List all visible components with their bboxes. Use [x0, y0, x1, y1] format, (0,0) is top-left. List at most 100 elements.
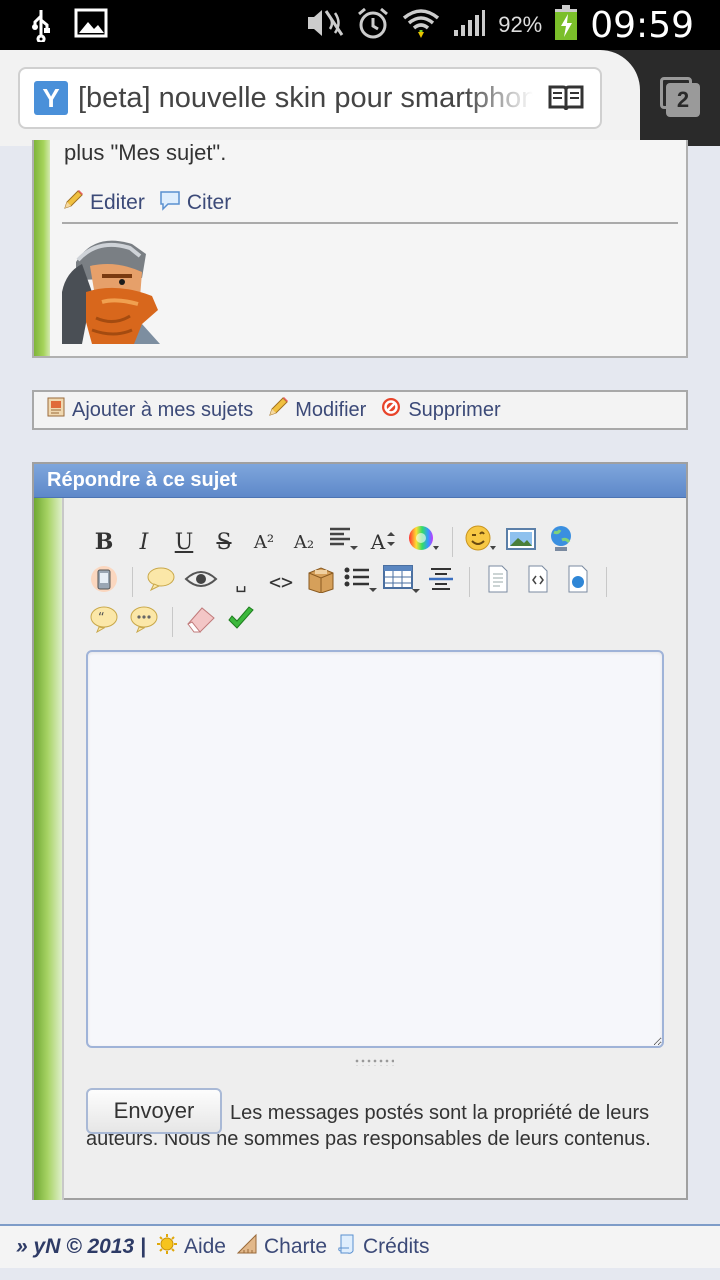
- spoiler-button[interactable]: [181, 562, 221, 602]
- quote-button[interactable]: [141, 562, 181, 602]
- image-icon: [74, 8, 108, 47]
- bold-button[interactable]: B: [84, 522, 124, 562]
- reader-mode-icon[interactable]: [548, 83, 584, 118]
- add-to-my-topics-link[interactable]: Ajouter à mes sujets: [46, 396, 253, 424]
- help-link[interactable]: Aide: [156, 1233, 226, 1261]
- align-left-icon: [328, 526, 360, 558]
- post-accent-bar: [34, 140, 50, 356]
- topic-tools: Ajouter à mes sujets Modifier Supprimer: [32, 390, 688, 430]
- post-divider: [62, 222, 678, 224]
- validate-button[interactable]: [221, 602, 261, 642]
- web-document-button[interactable]: [558, 562, 598, 602]
- url-title[interactable]: [beta] nouvelle skin pour smartphone: [78, 82, 533, 115]
- modify-link[interactable]: Modifier: [267, 396, 366, 424]
- align-center-button[interactable]: [421, 562, 461, 602]
- font-size-dropdown[interactable]: A: [364, 522, 404, 562]
- color-wheel-icon: [407, 524, 441, 560]
- site-favicon-icon: Y: [34, 81, 68, 115]
- table-icon: [382, 564, 420, 600]
- underline-button[interactable]: U: [164, 522, 204, 562]
- mobile-button[interactable]: [84, 562, 124, 602]
- charter-link[interactable]: Charte: [236, 1233, 327, 1261]
- toolbar-separator: [469, 567, 470, 597]
- svg-text:“: “: [98, 611, 105, 626]
- reply-textarea[interactable]: [86, 650, 664, 1048]
- bulleted-list-icon: [343, 564, 379, 600]
- edit-link[interactable]: Editer: [62, 189, 145, 217]
- modify-label: Modifier: [295, 398, 367, 421]
- reply-accent-bar: [34, 498, 64, 1200]
- pencil-icon: [62, 189, 84, 217]
- post-actions: Editer Citer: [62, 189, 231, 217]
- strikethrough-button[interactable]: S: [204, 522, 244, 562]
- toolbar-separator: [452, 527, 453, 557]
- subscript-button[interactable]: A₂: [284, 522, 324, 562]
- reply-panel: Répondre à ce sujet B I U S A² A₂ A ␣ <>…: [32, 462, 688, 1200]
- status-bar: 92% 09:59: [0, 0, 720, 50]
- url-bar[interactable]: Y [beta] nouvelle skin pour smartphone: [18, 67, 602, 129]
- comment-button[interactable]: [124, 602, 164, 642]
- clock: 09:59: [590, 4, 694, 46]
- document-icon: [486, 564, 510, 600]
- nbsp-button[interactable]: ␣: [221, 562, 261, 602]
- edit-label: Editer: [90, 191, 145, 214]
- wink-smiley-icon: [464, 524, 498, 560]
- scroll-icon: [337, 1233, 357, 1261]
- code-document-button[interactable]: [518, 562, 558, 602]
- battery-percent: 92%: [498, 12, 543, 37]
- delete-label: Supprimer: [408, 398, 501, 421]
- package-icon: [306, 565, 336, 599]
- insert-image-button[interactable]: [501, 522, 541, 562]
- pencil-icon: [267, 396, 289, 424]
- alarm-icon: [356, 6, 390, 45]
- smiley-dropdown[interactable]: [461, 522, 501, 562]
- resize-grip-icon[interactable]: [354, 1058, 394, 1066]
- wifi-icon: [402, 6, 440, 45]
- copyright: » yN © 2013 |: [16, 1235, 146, 1258]
- charter-label: Charte: [263, 1235, 327, 1258]
- document-button[interactable]: [478, 562, 518, 602]
- delete-link[interactable]: Supprimer: [380, 396, 501, 424]
- superscript-button[interactable]: A²: [244, 522, 284, 562]
- credits-link[interactable]: Crédits: [337, 1233, 430, 1261]
- list-dropdown[interactable]: [341, 562, 381, 602]
- signal-icon: [452, 8, 486, 43]
- phone-icon: [89, 564, 119, 600]
- footer: » yN © 2013 | Aide Charte Crédits: [0, 1224, 720, 1268]
- table-dropdown[interactable]: [381, 562, 421, 602]
- quote-bubble-icon: [159, 189, 181, 217]
- send-button[interactable]: Envoyer: [86, 1088, 222, 1134]
- code-button[interactable]: <>: [261, 562, 301, 602]
- checkmark-icon: [226, 605, 256, 639]
- user-avatar: [62, 232, 162, 344]
- comment-bubble-icon: [129, 605, 159, 639]
- align-center-icon: [426, 564, 456, 600]
- toolbar-separator: [132, 567, 133, 597]
- tabs-button[interactable]: 2: [660, 77, 700, 117]
- image-icon: [505, 526, 537, 558]
- quote-bubble-icon: “: [89, 605, 119, 639]
- web-document-icon: [566, 564, 590, 600]
- insert-link-button[interactable]: [541, 522, 581, 562]
- quote-reply-button[interactable]: “: [84, 602, 124, 642]
- tab-count: 2: [666, 83, 700, 117]
- sun-help-icon: [156, 1233, 178, 1261]
- speech-bubble-icon: [146, 566, 176, 598]
- bookmark-icon: [46, 396, 66, 424]
- battery-charging-icon: [554, 4, 578, 46]
- forbidden-icon: [380, 396, 402, 424]
- color-picker-button[interactable]: [404, 522, 444, 562]
- post-text: plus "Mes sujet".: [64, 140, 227, 165]
- package-button[interactable]: [301, 562, 341, 602]
- usb-icon: [28, 8, 54, 47]
- help-label: Aide: [183, 1235, 226, 1258]
- mute-icon: [304, 7, 344, 44]
- toolbar-separator: [606, 567, 607, 597]
- toolbar-separator: [172, 607, 173, 637]
- reply-header: Répondre à ce sujet: [34, 464, 686, 498]
- italic-button[interactable]: I: [124, 522, 164, 562]
- quote-link[interactable]: Citer: [159, 189, 231, 217]
- clear-format-button[interactable]: [181, 602, 221, 642]
- add-to-my-topics-label: Ajouter à mes sujets: [72, 398, 254, 421]
- align-dropdown[interactable]: [324, 522, 364, 562]
